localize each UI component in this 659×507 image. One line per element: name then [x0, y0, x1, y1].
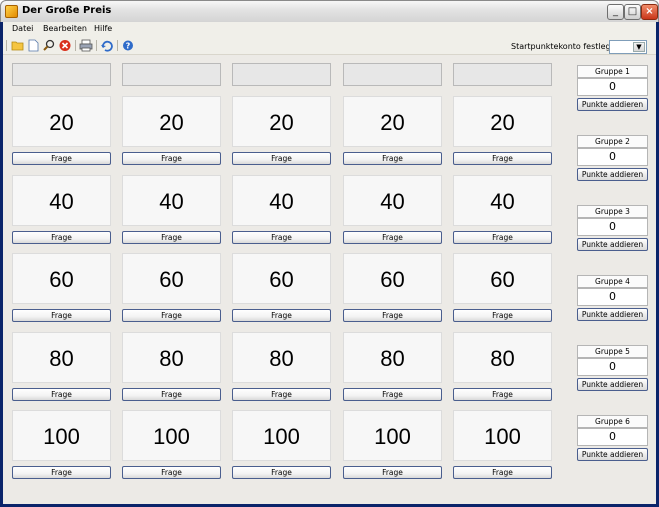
group-label: Gruppe 4	[577, 275, 648, 288]
question-button[interactable]: Frage	[232, 309, 331, 322]
question-button[interactable]: Frage	[12, 231, 111, 244]
point-value-cell: 100	[343, 410, 442, 461]
category-header	[232, 63, 331, 86]
point-value-cell: 20	[343, 96, 442, 147]
open-folder-icon[interactable]	[11, 39, 25, 52]
group-score: 0	[577, 358, 648, 376]
group-label: Gruppe 2	[577, 135, 648, 148]
menu-datei[interactable]: Datei	[12, 24, 33, 33]
toolbar-separator	[75, 40, 76, 51]
point-value-cell: 40	[453, 175, 552, 226]
question-button[interactable]: Frage	[343, 466, 442, 479]
group-label: Gruppe 1	[577, 65, 648, 78]
question-button[interactable]: Frage	[453, 152, 552, 165]
group-score: 0	[577, 148, 648, 166]
refresh-icon[interactable]	[100, 39, 114, 52]
category-header	[453, 63, 552, 86]
stop-icon[interactable]	[58, 39, 72, 52]
question-button[interactable]: Frage	[232, 466, 331, 479]
question-button[interactable]: Frage	[122, 231, 221, 244]
question-button[interactable]: Frage	[232, 231, 331, 244]
question-button[interactable]: Frage	[343, 309, 442, 322]
point-value-cell: 80	[122, 332, 221, 383]
window-title: Der Große Preis	[22, 5, 112, 16]
question-button[interactable]: Frage	[343, 231, 442, 244]
question-button[interactable]: Frage	[343, 152, 442, 165]
point-value-cell: 80	[232, 332, 331, 383]
question-button[interactable]: Frage	[453, 388, 552, 401]
chevron-down-icon[interactable]: ▼	[633, 42, 645, 52]
start-points-label: Startpunktekonto festlegen:	[511, 42, 624, 51]
point-value-cell: 100	[453, 410, 552, 461]
question-button[interactable]: Frage	[122, 152, 221, 165]
group-score: 0	[577, 218, 648, 236]
point-value-cell: 60	[453, 253, 552, 304]
add-points-button[interactable]: Punkte addieren	[577, 98, 648, 111]
group-score: 0	[577, 288, 648, 306]
menu-bearbeiten[interactable]: Bearbeiten	[43, 24, 87, 33]
question-button[interactable]: Frage	[232, 152, 331, 165]
question-button[interactable]: Frage	[122, 466, 221, 479]
point-value-cell: 40	[122, 175, 221, 226]
point-value-cell: 20	[453, 96, 552, 147]
add-points-button[interactable]: Punkte addieren	[577, 448, 648, 461]
point-value-cell: 100	[232, 410, 331, 461]
toolbar-separator	[96, 40, 97, 51]
app-icon	[5, 5, 18, 18]
point-value-cell: 80	[12, 332, 111, 383]
point-value-cell: 100	[12, 410, 111, 461]
start-points-select[interactable]: ▼	[609, 40, 647, 54]
point-value-cell: 20	[12, 96, 111, 147]
toolbar: ? Startpunktekonto festlegen: ▼	[3, 37, 656, 55]
question-button[interactable]: Frage	[12, 152, 111, 165]
point-value-cell: 40	[12, 175, 111, 226]
category-header	[12, 63, 111, 86]
point-value-cell: 60	[343, 253, 442, 304]
add-points-button[interactable]: Punkte addieren	[577, 238, 648, 251]
point-value-cell: 100	[122, 410, 221, 461]
minimize-button[interactable]: _	[607, 4, 624, 20]
question-button[interactable]: Frage	[122, 309, 221, 322]
question-button[interactable]: Frage	[453, 231, 552, 244]
point-value-cell: 60	[232, 253, 331, 304]
category-header	[122, 63, 221, 86]
title-bar[interactable]: Der Große Preis _ □ ×	[0, 0, 659, 22]
search-icon[interactable]	[42, 39, 56, 52]
group-label: Gruppe 5	[577, 345, 648, 358]
question-button[interactable]: Frage	[122, 388, 221, 401]
group-score: 0	[577, 78, 648, 96]
point-value-cell: 40	[232, 175, 331, 226]
point-value-cell: 20	[232, 96, 331, 147]
question-button[interactable]: Frage	[453, 309, 552, 322]
group-label: Gruppe 3	[577, 205, 648, 218]
question-button[interactable]: Frage	[12, 466, 111, 479]
close-button[interactable]: ×	[641, 4, 658, 20]
add-points-button[interactable]: Punkte addieren	[577, 168, 648, 181]
point-value-cell: 40	[343, 175, 442, 226]
menu-bar: Datei Bearbeiten Hilfe	[3, 22, 656, 37]
group-label: Gruppe 6	[577, 415, 648, 428]
add-points-button[interactable]: Punkte addieren	[577, 308, 648, 321]
question-button[interactable]: Frage	[453, 466, 552, 479]
maximize-button[interactable]: □	[624, 4, 641, 20]
group-score: 0	[577, 428, 648, 446]
point-value-cell: 20	[122, 96, 221, 147]
menu-hilfe[interactable]: Hilfe	[94, 24, 112, 33]
point-value-cell: 80	[343, 332, 442, 383]
help-icon[interactable]: ?	[121, 39, 135, 52]
toolbar-grip	[6, 40, 7, 51]
point-value-cell: 60	[122, 253, 221, 304]
print-icon[interactable]	[79, 39, 93, 52]
question-button[interactable]: Frage	[343, 388, 442, 401]
question-button[interactable]: Frage	[12, 309, 111, 322]
add-points-button[interactable]: Punkte addieren	[577, 378, 648, 391]
question-button[interactable]: Frage	[232, 388, 331, 401]
point-value-cell: 60	[12, 253, 111, 304]
category-header	[343, 63, 442, 86]
svg-text:?: ?	[126, 42, 131, 51]
question-button[interactable]: Frage	[12, 388, 111, 401]
point-value-cell: 80	[453, 332, 552, 383]
toolbar-separator	[117, 40, 118, 51]
new-document-icon[interactable]	[26, 39, 40, 52]
